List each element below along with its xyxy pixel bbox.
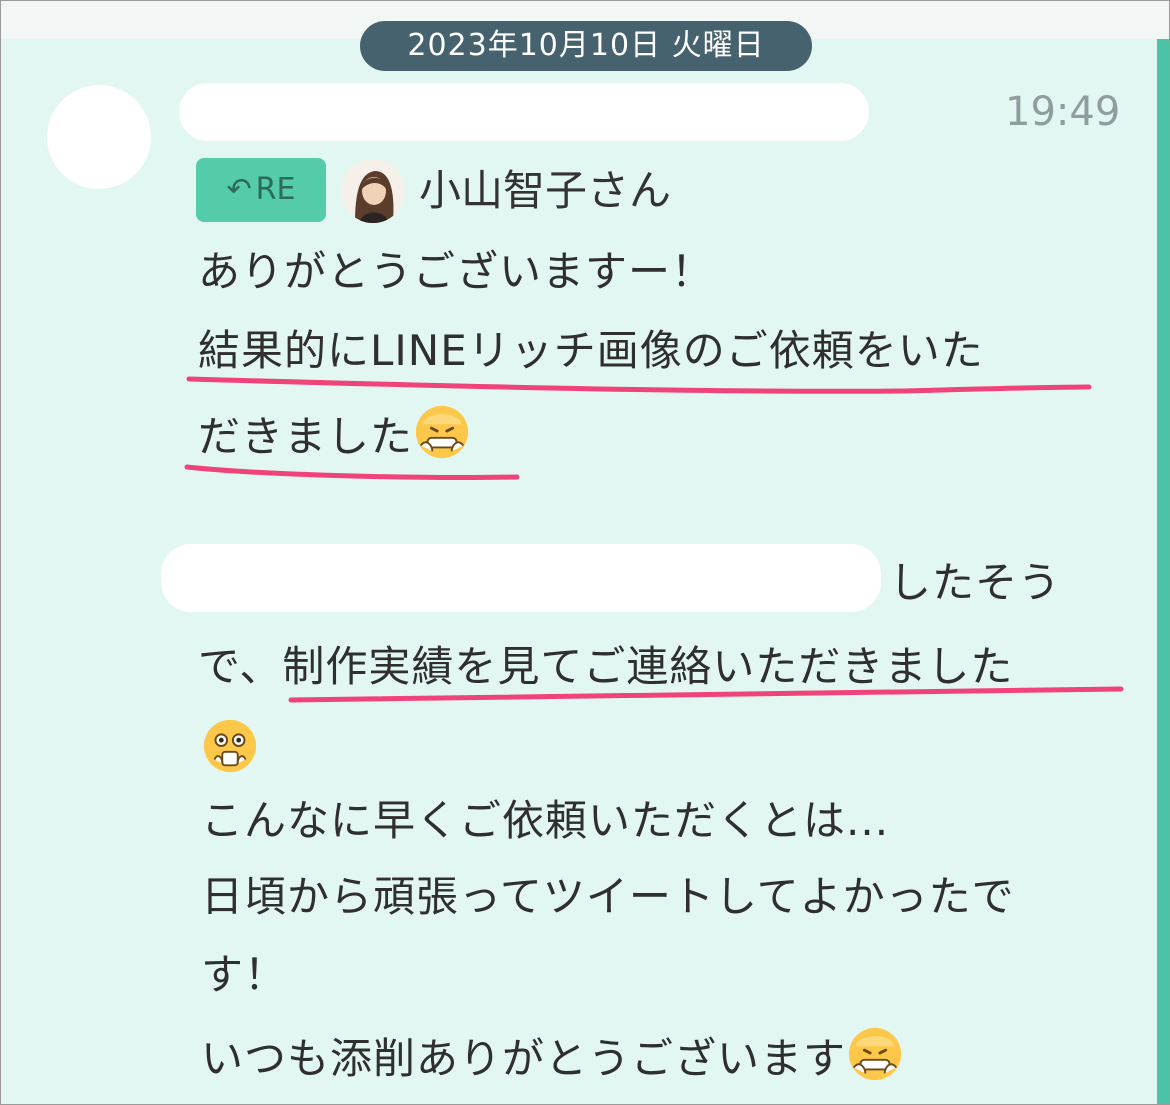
underline-2 <box>184 464 520 481</box>
chat-screen: 2023年10月10日 火曜日 19:49 ↶ RE 小山智子さん ありがとうござ… <box>0 0 1170 1105</box>
highlight-underlines <box>184 376 1124 703</box>
underline-1 <box>186 376 1092 394</box>
underline-3 <box>288 686 1124 703</box>
